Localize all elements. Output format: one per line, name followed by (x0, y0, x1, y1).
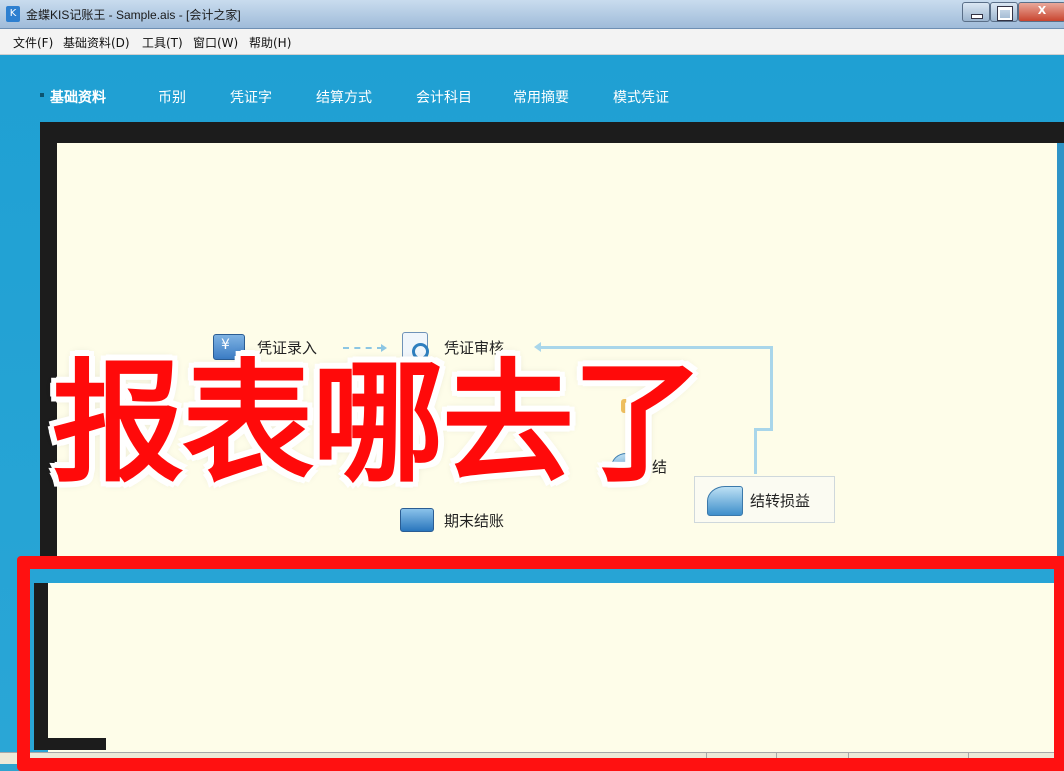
profit-loss-icon[interactable] (707, 486, 743, 516)
menu-basic-data[interactable]: 基础资料(D) (63, 34, 130, 51)
window-title: 金蝶KIS记账王 - Sample.ais - [会计之家] (26, 8, 241, 22)
menu-tools[interactable]: 工具(T) (142, 34, 183, 51)
connector-line (754, 428, 757, 474)
period-close-icon[interactable] (400, 508, 434, 532)
tab-voucher-word[interactable]: 凭证字 (230, 87, 272, 107)
minimize-button[interactable] (962, 2, 990, 22)
highlight-box (17, 556, 1064, 771)
connector-line (770, 346, 773, 430)
menu-window[interactable]: 窗口(W) (193, 34, 238, 51)
tab-currency[interactable]: 币别 (158, 87, 186, 107)
tab-template-voucher[interactable]: 模式凭证 (613, 87, 669, 107)
tab-accounts[interactable]: 会计科目 (416, 87, 472, 107)
tab-common-summary[interactable]: 常用摘要 (513, 87, 569, 107)
tab-settlement-method[interactable]: 结算方式 (316, 87, 372, 107)
maximize-button[interactable] (990, 2, 1018, 22)
tab-basic-data[interactable]: 基础资料 (50, 87, 106, 107)
menu-help[interactable]: 帮助(H) (249, 34, 291, 51)
active-tab-bullet-icon (40, 93, 44, 97)
title-bar: K 金蝶KIS记账王 - Sample.ais - [会计之家] X (0, 0, 1064, 29)
menu-bar: 文件(F) 基础资料(D) 工具(T) 窗口(W) 帮助(H) (0, 29, 1064, 55)
period-close-label[interactable]: 期末结账 (444, 510, 504, 531)
close-button[interactable]: X (1018, 2, 1064, 22)
profit-loss-label[interactable]: 结转损益 (750, 490, 810, 511)
menu-file[interactable]: 文件(F) (13, 34, 53, 51)
app-icon: K (6, 6, 20, 22)
connector-line (756, 428, 773, 431)
overlay-caption: 报表哪去了 (52, 347, 704, 501)
scrollbar[interactable] (1057, 143, 1064, 557)
